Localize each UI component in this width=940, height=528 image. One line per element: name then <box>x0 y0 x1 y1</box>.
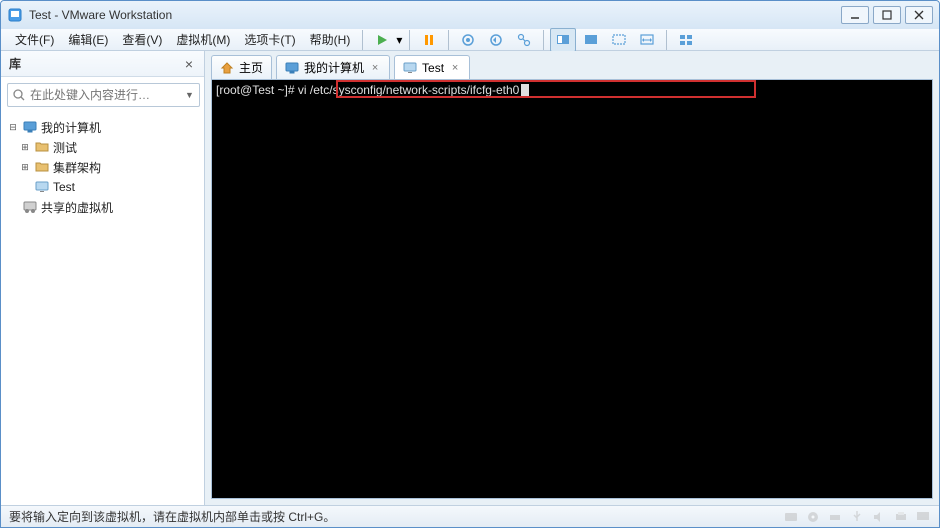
main-area: 主页 我的计算机 × Test × [root@Test ~]# vi /etc… <box>205 51 939 505</box>
snapshot-manager-icon[interactable] <box>511 28 537 52</box>
monitor-icon <box>285 61 299 75</box>
view-console-icon[interactable] <box>550 28 576 52</box>
minimize-button[interactable] <box>841 6 869 24</box>
thumbnail-bar-icon[interactable] <box>673 28 699 52</box>
expand-icon[interactable]: ⊞ <box>19 141 31 153</box>
device-sound-icon[interactable] <box>871 509 887 525</box>
status-icons <box>783 509 931 525</box>
collapse-icon[interactable]: ⊟ <box>7 121 19 133</box>
shared-icon <box>22 199 38 215</box>
menu-tabs[interactable]: 选项卡(T) <box>238 29 301 50</box>
separator <box>543 30 544 50</box>
device-net-icon[interactable] <box>827 509 843 525</box>
tree-shared-vms[interactable]: 共享的虚拟机 <box>5 197 200 217</box>
monitor-icon <box>22 119 38 135</box>
maximize-button[interactable] <box>873 6 901 24</box>
library-tree: ⊟ 我的计算机 ⊞ 测试 ⊞ 集群架构 Test <box>1 113 204 505</box>
titlebar: Test - VMware Workstation <box>1 1 939 29</box>
pause-icon[interactable] <box>416 28 442 52</box>
device-disk-icon[interactable] <box>783 509 799 525</box>
window-title: Test - VMware Workstation <box>29 8 841 22</box>
folder-icon <box>34 139 50 155</box>
menubar: 文件(F) 编辑(E) 查看(V) 虚拟机(M) 选项卡(T) 帮助(H) ▾ <box>1 29 939 51</box>
folder-icon <box>34 159 50 175</box>
tree-label: 我的计算机 <box>41 119 101 136</box>
tabbar: 主页 我的计算机 × Test × <box>205 51 939 79</box>
close-button[interactable] <box>905 6 933 24</box>
menu-vm[interactable]: 虚拟机(M) <box>170 29 236 50</box>
sidebar-close-icon[interactable]: × <box>182 57 196 71</box>
vm-icon <box>34 179 50 195</box>
menu-view[interactable]: 查看(V) <box>116 29 168 50</box>
tab-close-icon[interactable]: × <box>369 62 381 74</box>
search-dropdown-icon[interactable]: ▼ <box>185 90 195 100</box>
snapshot-revert-icon[interactable] <box>483 28 509 52</box>
menu-help[interactable]: 帮助(H) <box>304 29 357 50</box>
view-unity-icon[interactable] <box>606 28 632 52</box>
menu-edit[interactable]: 编辑(E) <box>62 29 114 50</box>
tree-label: Test <box>53 180 75 194</box>
search-icon <box>12 88 26 102</box>
vm-icon <box>403 61 417 75</box>
view-stretch-icon[interactable] <box>634 28 660 52</box>
expand-icon[interactable]: ⊞ <box>19 161 31 173</box>
tab-home[interactable]: 主页 <box>211 55 272 79</box>
separator <box>409 30 410 50</box>
tree-node-test-vm[interactable]: Test <box>5 177 200 197</box>
device-cd-icon[interactable] <box>805 509 821 525</box>
tree-root-mycomputer[interactable]: ⊟ 我的计算机 <box>5 117 200 137</box>
menu-file[interactable]: 文件(F) <box>9 29 60 50</box>
terminal-command: vi /etc/sysconfig/network-scripts/ifcfg-… <box>298 83 519 97</box>
view-fullscreen-icon[interactable] <box>578 28 604 52</box>
tab-label: Test <box>422 61 444 75</box>
sidebar: 库 × ▼ ⊟ 我的计算机 ⊞ 测试 <box>1 51 205 505</box>
body-area: 库 × ▼ ⊟ 我的计算机 ⊞ 测试 <box>1 51 939 505</box>
terminal-cursor <box>521 84 529 97</box>
dropdown-caret-icon[interactable]: ▾ <box>395 28 403 52</box>
snapshot-icon[interactable] <box>455 28 481 52</box>
tab-close-icon[interactable]: × <box>449 62 461 74</box>
app-icon <box>7 7 23 23</box>
tree-node-test-folder[interactable]: ⊞ 测试 <box>5 137 200 157</box>
device-printer-icon[interactable] <box>893 509 909 525</box>
device-display-icon[interactable] <box>915 509 931 525</box>
tree-label: 测试 <box>53 139 77 156</box>
tree-node-cluster-folder[interactable]: ⊞ 集群架构 <box>5 157 200 177</box>
search-input[interactable] <box>30 88 185 102</box>
terminal-prompt: [root@Test ~]# <box>216 83 298 97</box>
device-usb-icon[interactable] <box>849 509 865 525</box>
status-text: 要将输入定向到该虚拟机，请在虚拟机内部单击或按 Ctrl+G。 <box>9 508 335 525</box>
tab-mycomputer[interactable]: 我的计算机 × <box>276 55 390 79</box>
terminal[interactable]: [root@Test ~]# vi /etc/sysconfig/network… <box>211 79 933 499</box>
separator <box>666 30 667 50</box>
sidebar-header: 库 × <box>1 51 204 77</box>
tab-label: 我的计算机 <box>304 59 364 76</box>
terminal-line: [root@Test ~]# vi /etc/sysconfig/network… <box>216 82 928 98</box>
app-window: Test - VMware Workstation 文件(F) 编辑(E) 查看… <box>0 0 940 528</box>
search-row: ▼ <box>1 77 204 113</box>
tree-label: 集群架构 <box>53 159 101 176</box>
separator <box>448 30 449 50</box>
sidebar-title: 库 <box>9 55 182 72</box>
search-box[interactable]: ▼ <box>7 83 200 107</box>
statusbar: 要将输入定向到该虚拟机，请在虚拟机内部单击或按 Ctrl+G。 <box>1 505 939 527</box>
home-icon <box>220 61 234 75</box>
toolbar-power-group[interactable]: ▾ <box>369 28 403 52</box>
tree-label: 共享的虚拟机 <box>41 199 113 216</box>
separator <box>362 30 363 50</box>
play-icon[interactable] <box>369 28 395 52</box>
tab-label: 主页 <box>239 59 263 76</box>
tab-test[interactable]: Test × <box>394 55 470 79</box>
window-controls <box>841 6 933 24</box>
